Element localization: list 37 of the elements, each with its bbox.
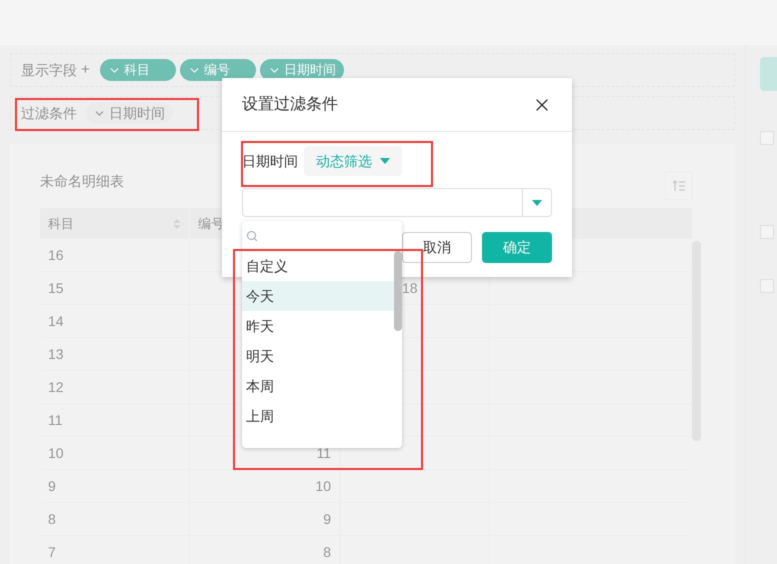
- filter-bar-label: 过滤条件: [21, 104, 77, 122]
- option-item[interactable]: 上周: [242, 401, 394, 431]
- column-header[interactable]: 科目: [40, 208, 190, 239]
- field-chip[interactable]: 科目: [100, 59, 176, 81]
- table-cell-text: 11: [48, 410, 63, 430]
- table-cell-text: 8: [48, 510, 56, 528]
- option-item[interactable]: 本周: [242, 371, 394, 401]
- field-chip[interactable]: 编号: [180, 59, 256, 81]
- table-cell-text: 13: [48, 344, 64, 364]
- sort-icon[interactable]: [665, 172, 693, 200]
- table-cell-text: 10: [48, 444, 64, 462]
- table-cell-text: 10: [315, 476, 331, 496]
- table-cell-text: 14: [48, 312, 64, 330]
- field-label: 日期时间: [242, 152, 298, 170]
- table-cell-text: 12: [48, 378, 64, 396]
- table-cell-text: 7: [48, 542, 56, 562]
- side-button[interactable]: [760, 57, 777, 91]
- option-item[interactable]: 昨天: [242, 311, 394, 341]
- mode-dropdown[interactable]: 动态筛选: [304, 146, 402, 176]
- search-icon: [246, 230, 258, 242]
- option-item[interactable]: 今天: [242, 281, 394, 311]
- caret-icon: [380, 158, 390, 164]
- caret-icon: [532, 200, 542, 206]
- dialog-title: 设置过滤条件: [242, 94, 338, 114]
- table-cell-text: 11: [316, 444, 331, 462]
- table-cell-text: 15: [48, 278, 64, 298]
- table-cell-text: 9: [323, 510, 331, 528]
- confirm-button[interactable]: 确定: [482, 232, 552, 263]
- table-cell-text: 9: [48, 476, 56, 496]
- table-cell-text: 18: [402, 278, 418, 298]
- filter-chip[interactable]: 日期时间: [85, 102, 173, 124]
- table-cell-text: 8: [323, 542, 331, 562]
- table-cell-text: 16: [48, 246, 64, 264]
- add-field-button[interactable]: +: [81, 58, 90, 82]
- report-title: 未命名明细表: [40, 172, 124, 190]
- field-bar-label: 显示字段: [21, 60, 77, 80]
- option-item[interactable]: 明天: [242, 341, 394, 371]
